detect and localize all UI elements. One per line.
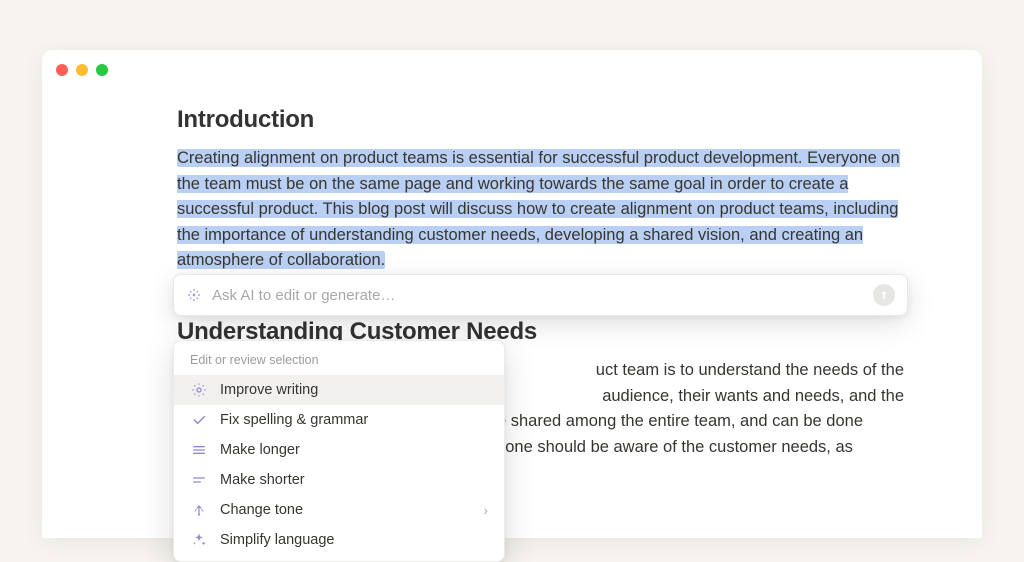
menu-item-make-shorter[interactable]: Make shorter xyxy=(174,465,504,495)
chevron-right-icon: › xyxy=(483,502,488,518)
longer-icon xyxy=(190,441,208,459)
menu-item-label: Make shorter xyxy=(220,472,488,488)
window-controls xyxy=(56,64,108,76)
menu-item-make-longer[interactable]: Make longer xyxy=(174,435,504,465)
ai-prompt-bar[interactable] xyxy=(173,274,908,316)
selected-text[interactable]: Creating alignment on product teams is e… xyxy=(177,149,900,269)
shorter-icon xyxy=(190,471,208,489)
improve-icon xyxy=(190,381,208,399)
menu-item-label: Improve writing xyxy=(220,382,488,398)
sparkle-icon xyxy=(190,531,208,549)
menu-item-label: Make longer xyxy=(220,442,488,458)
check-icon xyxy=(190,411,208,429)
menu-item-label: Simplify language xyxy=(220,532,488,548)
submit-button[interactable] xyxy=(873,284,895,306)
menu-item-label: Change tone xyxy=(220,502,471,518)
minimize-window-button[interactable] xyxy=(76,64,88,76)
sparkle-icon xyxy=(186,287,202,303)
menu-item-change-tone[interactable]: Change tone › xyxy=(174,495,504,525)
menu-item-improve-writing[interactable]: Improve writing xyxy=(174,375,504,405)
tone-icon xyxy=(190,501,208,519)
document-content: Introduction Creating alignment on produ… xyxy=(177,106,904,274)
maximize-window-button[interactable] xyxy=(96,64,108,76)
app-window: Introduction Creating alignment on produ… xyxy=(42,50,982,538)
ai-prompt-input[interactable] xyxy=(212,287,863,304)
menu-item-label: Fix spelling & grammar xyxy=(220,412,488,428)
ai-actions-menu: Edit or review selection Improve writing… xyxy=(173,340,505,562)
menu-section-header: Edit or review selection xyxy=(174,349,504,375)
close-window-button[interactable] xyxy=(56,64,68,76)
intro-paragraph[interactable]: Creating alignment on product teams is e… xyxy=(177,146,904,274)
menu-item-simplify-language[interactable]: Simplify language xyxy=(174,525,504,555)
section-heading-introduction[interactable]: Introduction xyxy=(177,106,904,134)
menu-item-fix-spelling[interactable]: Fix spelling & grammar xyxy=(174,405,504,435)
